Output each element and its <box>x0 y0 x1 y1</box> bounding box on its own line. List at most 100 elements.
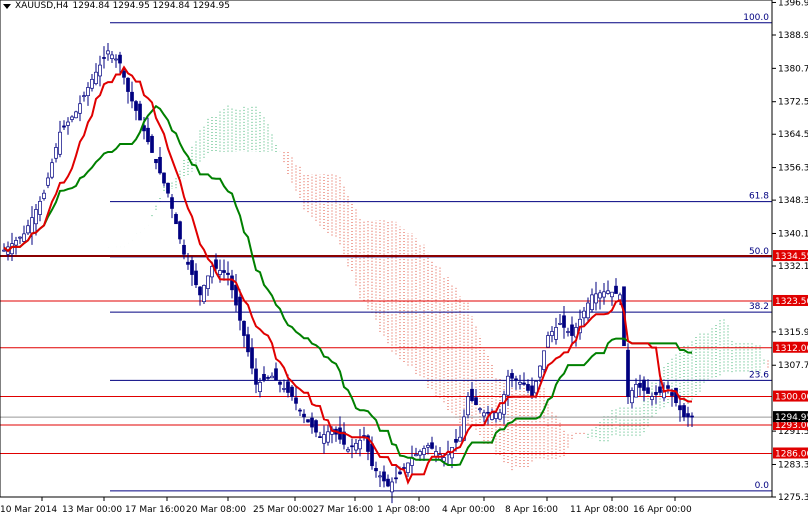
time-tick-label: 17 Mar 16:00 <box>125 505 185 515</box>
candle-body <box>74 111 78 119</box>
candle-body <box>126 77 130 92</box>
candle-body <box>318 436 322 438</box>
candle-body <box>590 294 594 311</box>
candle-body <box>114 58 118 61</box>
candle-body <box>50 162 54 178</box>
candle-body <box>390 481 394 493</box>
candle-body <box>62 125 66 128</box>
candle-body <box>270 375 274 379</box>
price-tick-label: 1275.30 <box>778 493 808 503</box>
price-tick-label: 1283.30 <box>778 460 808 470</box>
candle-body <box>406 462 410 473</box>
candle-body <box>654 392 658 395</box>
candle-body <box>146 127 150 143</box>
candle-body <box>494 412 498 419</box>
candle-body <box>162 172 166 184</box>
candle-body <box>354 442 358 451</box>
candle-body <box>202 285 206 303</box>
candle-body <box>458 436 462 442</box>
current-price-label: 1294.95 <box>775 413 808 423</box>
candle-body <box>630 390 634 404</box>
candle-body <box>434 451 438 457</box>
candle-body <box>222 270 226 273</box>
candle-body <box>118 54 122 64</box>
candle-body <box>254 368 258 385</box>
price-tick-label: 1380.70 <box>778 64 808 74</box>
price-tick-label: 1348.30 <box>778 196 808 206</box>
fib-level-label: 0.0 <box>755 481 770 491</box>
candle-body <box>82 95 86 97</box>
time-tick-label: 10 Mar 2014 <box>0 505 57 515</box>
candle-body <box>106 50 110 55</box>
candle-body <box>350 445 354 448</box>
candle-body <box>182 244 186 255</box>
candle-body <box>474 397 478 406</box>
candle-body <box>170 197 174 209</box>
time-tick-label: 27 Mar 16:00 <box>313 505 373 515</box>
candle-body <box>634 384 638 398</box>
candle-body <box>394 477 398 480</box>
candle-body <box>686 413 690 418</box>
time-tick-label: 1 Apr 08:00 <box>377 505 430 515</box>
candle-body <box>58 131 62 155</box>
candle-body <box>530 385 534 397</box>
candle-body <box>626 349 630 397</box>
candle-body <box>514 378 518 381</box>
candle-body <box>246 334 250 353</box>
candle-body <box>418 451 422 456</box>
candle-body <box>546 335 550 348</box>
candle-body <box>606 290 610 294</box>
candle-body <box>582 310 586 319</box>
price-tick-label: 1340.10 <box>778 229 808 239</box>
candle-body <box>18 236 22 239</box>
candle-body <box>174 214 178 225</box>
candle-body <box>466 396 470 416</box>
candle-body <box>46 177 50 186</box>
time-tick-label: 13 Mar 00:00 <box>62 505 122 515</box>
candle-body <box>238 296 242 321</box>
candle-body <box>518 381 522 385</box>
candle-body <box>558 323 562 325</box>
candle-body <box>54 147 58 159</box>
candle-body <box>266 377 270 379</box>
candle-body <box>422 448 426 455</box>
candle-body <box>586 302 590 319</box>
time-tick-label: 4 Apr 00:00 <box>442 505 495 515</box>
level-price-label: 1286.00 <box>775 449 808 459</box>
candle-body <box>298 409 302 412</box>
candle-body <box>26 225 30 234</box>
time-tick-label: 25 Mar 00:00 <box>253 505 313 515</box>
price-tick-label: 1332.10 <box>778 262 808 272</box>
candle-body <box>374 468 378 472</box>
time-tick-label: 8 Apr 16:00 <box>505 505 558 515</box>
price-tick-label: 1372.50 <box>778 98 808 108</box>
candle-body <box>650 396 654 400</box>
price-chart[interactable]: 100.061.850.038.223.60.01396.901388.9013… <box>0 0 808 517</box>
candle-body <box>218 270 222 275</box>
candle-body <box>402 467 406 469</box>
price-tick-label: 1315.90 <box>778 328 808 338</box>
time-tick-label: 16 Apr 00:00 <box>633 505 692 515</box>
candle-body <box>302 413 306 418</box>
candle-body <box>186 261 190 265</box>
candle-body <box>258 381 262 392</box>
candle-body <box>678 405 682 411</box>
candle-body <box>158 156 162 174</box>
candle-body <box>670 392 674 396</box>
candle-body <box>602 291 606 298</box>
candle-body <box>278 381 282 385</box>
candle-body <box>242 320 246 336</box>
candle-body <box>486 411 490 414</box>
candle-body <box>206 275 210 289</box>
candle-body <box>554 327 558 340</box>
dropdown-triangle-icon[interactable] <box>3 3 11 9</box>
candle-body <box>194 270 198 286</box>
kijun-sen-line <box>3 104 693 467</box>
price-tick-label: 1364.50 <box>778 130 808 140</box>
candle-body <box>570 324 574 336</box>
candle-body <box>594 293 598 304</box>
candle-body <box>642 379 646 391</box>
candle-body <box>526 384 530 391</box>
candle-body <box>262 373 266 381</box>
candle-body <box>314 420 318 433</box>
